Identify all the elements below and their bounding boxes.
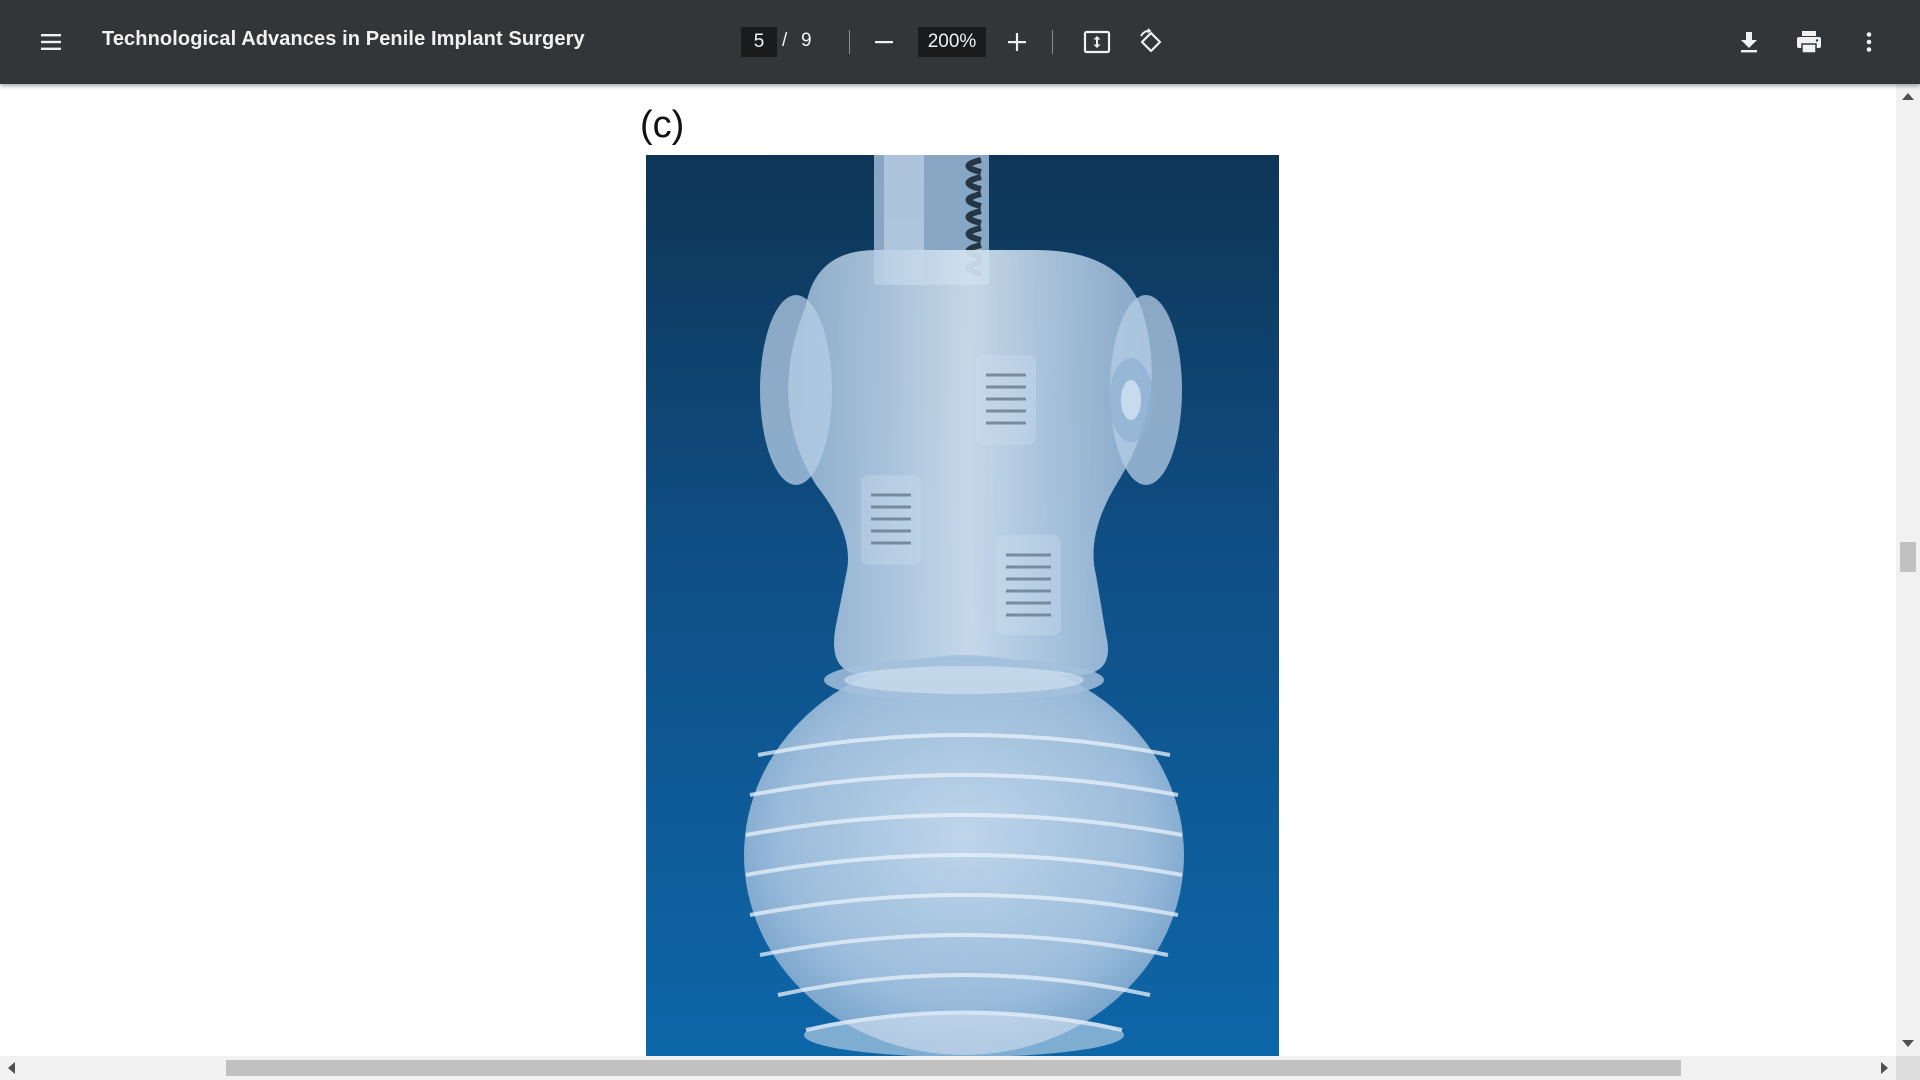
pdf-toolbar: Technological Advances in Penile Implant… [0, 0, 1920, 84]
fit-to-page-icon [1083, 30, 1111, 54]
toolbar-divider [1052, 30, 1053, 54]
vertical-scrollbar[interactable] [1896, 84, 1920, 1056]
scrollbar-corner [1896, 1056, 1920, 1080]
scroll-left-arrow-icon[interactable] [8, 1062, 15, 1074]
scroll-up-arrow-icon[interactable] [1902, 93, 1914, 100]
more-vertical-icon [1866, 32, 1872, 52]
page-total: 9 [801, 30, 812, 51]
zoom-level-input[interactable] [918, 27, 986, 57]
scroll-right-arrow-icon[interactable] [1881, 1062, 1888, 1074]
fit-to-page-button[interactable] [1073, 18, 1121, 66]
minus-icon [875, 41, 893, 44]
rotate-counterclockwise-icon [1140, 28, 1162, 53]
implant-pump-illustration [646, 155, 1279, 1056]
page-number-input[interactable] [741, 27, 777, 57]
hamburger-menu-icon [41, 34, 61, 50]
page-separator: / [782, 30, 788, 51]
document-title: Technological Advances in Penile Implant… [102, 28, 585, 50]
print-button[interactable] [1785, 18, 1833, 66]
horizontal-scrollbar[interactable] [0, 1056, 1896, 1080]
implant-pump-photo [646, 155, 1279, 1056]
toolbar-divider [849, 30, 850, 54]
menu-button[interactable] [27, 18, 75, 66]
scroll-down-arrow-icon[interactable] [1902, 1040, 1914, 1047]
more-actions-button[interactable] [1845, 18, 1893, 66]
download-icon [1741, 32, 1757, 53]
zoom-out-button[interactable] [860, 18, 908, 66]
zoom-in-button[interactable] [993, 18, 1041, 66]
print-icon [1797, 31, 1821, 54]
rotate-button[interactable] [1127, 18, 1175, 66]
figure-panel-label: (c) [640, 104, 685, 146]
vertical-scroll-thumb[interactable] [1900, 542, 1916, 572]
horizontal-scroll-thumb[interactable] [226, 1060, 1681, 1076]
document-viewport[interactable]: (c) [0, 84, 1896, 1056]
plus-icon [1008, 33, 1026, 51]
download-button[interactable] [1725, 18, 1773, 66]
